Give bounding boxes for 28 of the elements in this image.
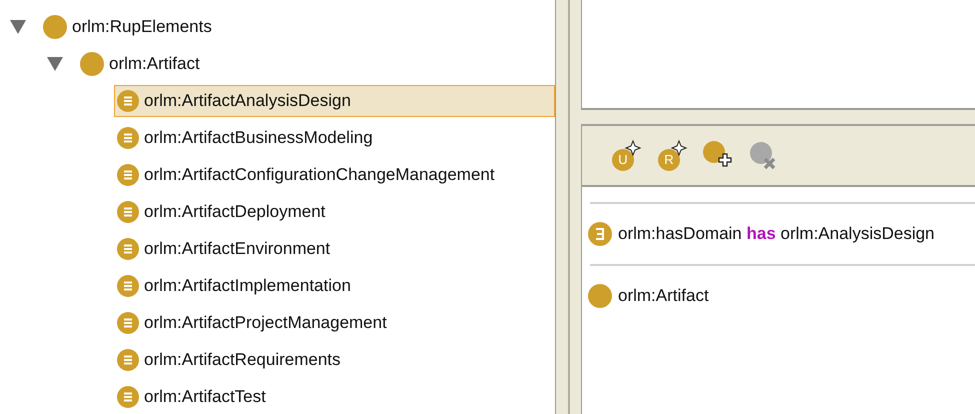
- defined-class-icon: [117, 90, 139, 112]
- defined-class-icon: [117, 238, 139, 260]
- tree-item[interactable]: orlm:ArtifactProjectManagement: [114, 306, 555, 338]
- defined-class-icon: [117, 164, 139, 186]
- tree-item[interactable]: orlm:ArtifactEnvironment: [114, 232, 555, 264]
- collapse-triangle-icon[interactable]: [47, 56, 63, 70]
- tree-item[interactable]: orlm:ArtifactImplementation: [114, 270, 555, 302]
- defined-class-icon: [117, 386, 139, 408]
- defined-class-icon: [117, 200, 139, 222]
- tree-item[interactable]: orlm:ArtifactDeployment: [114, 196, 555, 228]
- defined-class-icon: [117, 312, 139, 334]
- defined-class-icon: [117, 126, 139, 148]
- tree-item[interactable]: orlm:ArtifactRequirements: [114, 344, 555, 376]
- restriction-icon: [588, 222, 612, 246]
- defined-class-icon: [117, 348, 139, 370]
- condition-text: orlm:Artifact: [618, 286, 709, 306]
- defined-class-icon: [117, 274, 139, 296]
- class-icon: [43, 14, 67, 38]
- collapse-triangle-icon[interactable]: [10, 20, 26, 34]
- tree-item[interactable]: orlm:ArtifactAnalysisDesign: [114, 84, 555, 116]
- class-icon: [588, 284, 612, 308]
- tree-item[interactable]: orlm:Artifact: [77, 48, 555, 80]
- tree-item[interactable]: orlm:RupElements: [40, 10, 555, 42]
- class-icon: [80, 52, 104, 76]
- tree-item[interactable]: orlm:ArtifactBusinessModeling: [114, 122, 555, 154]
- tree-item[interactable]: orlm:ArtifactTest: [114, 380, 555, 412]
- condition-text: orlm:hasDomain has orlm:AnalysisDesign: [618, 224, 935, 244]
- tree-item[interactable]: orlm:ArtifactConfigurationChangeManagement: [114, 158, 555, 190]
